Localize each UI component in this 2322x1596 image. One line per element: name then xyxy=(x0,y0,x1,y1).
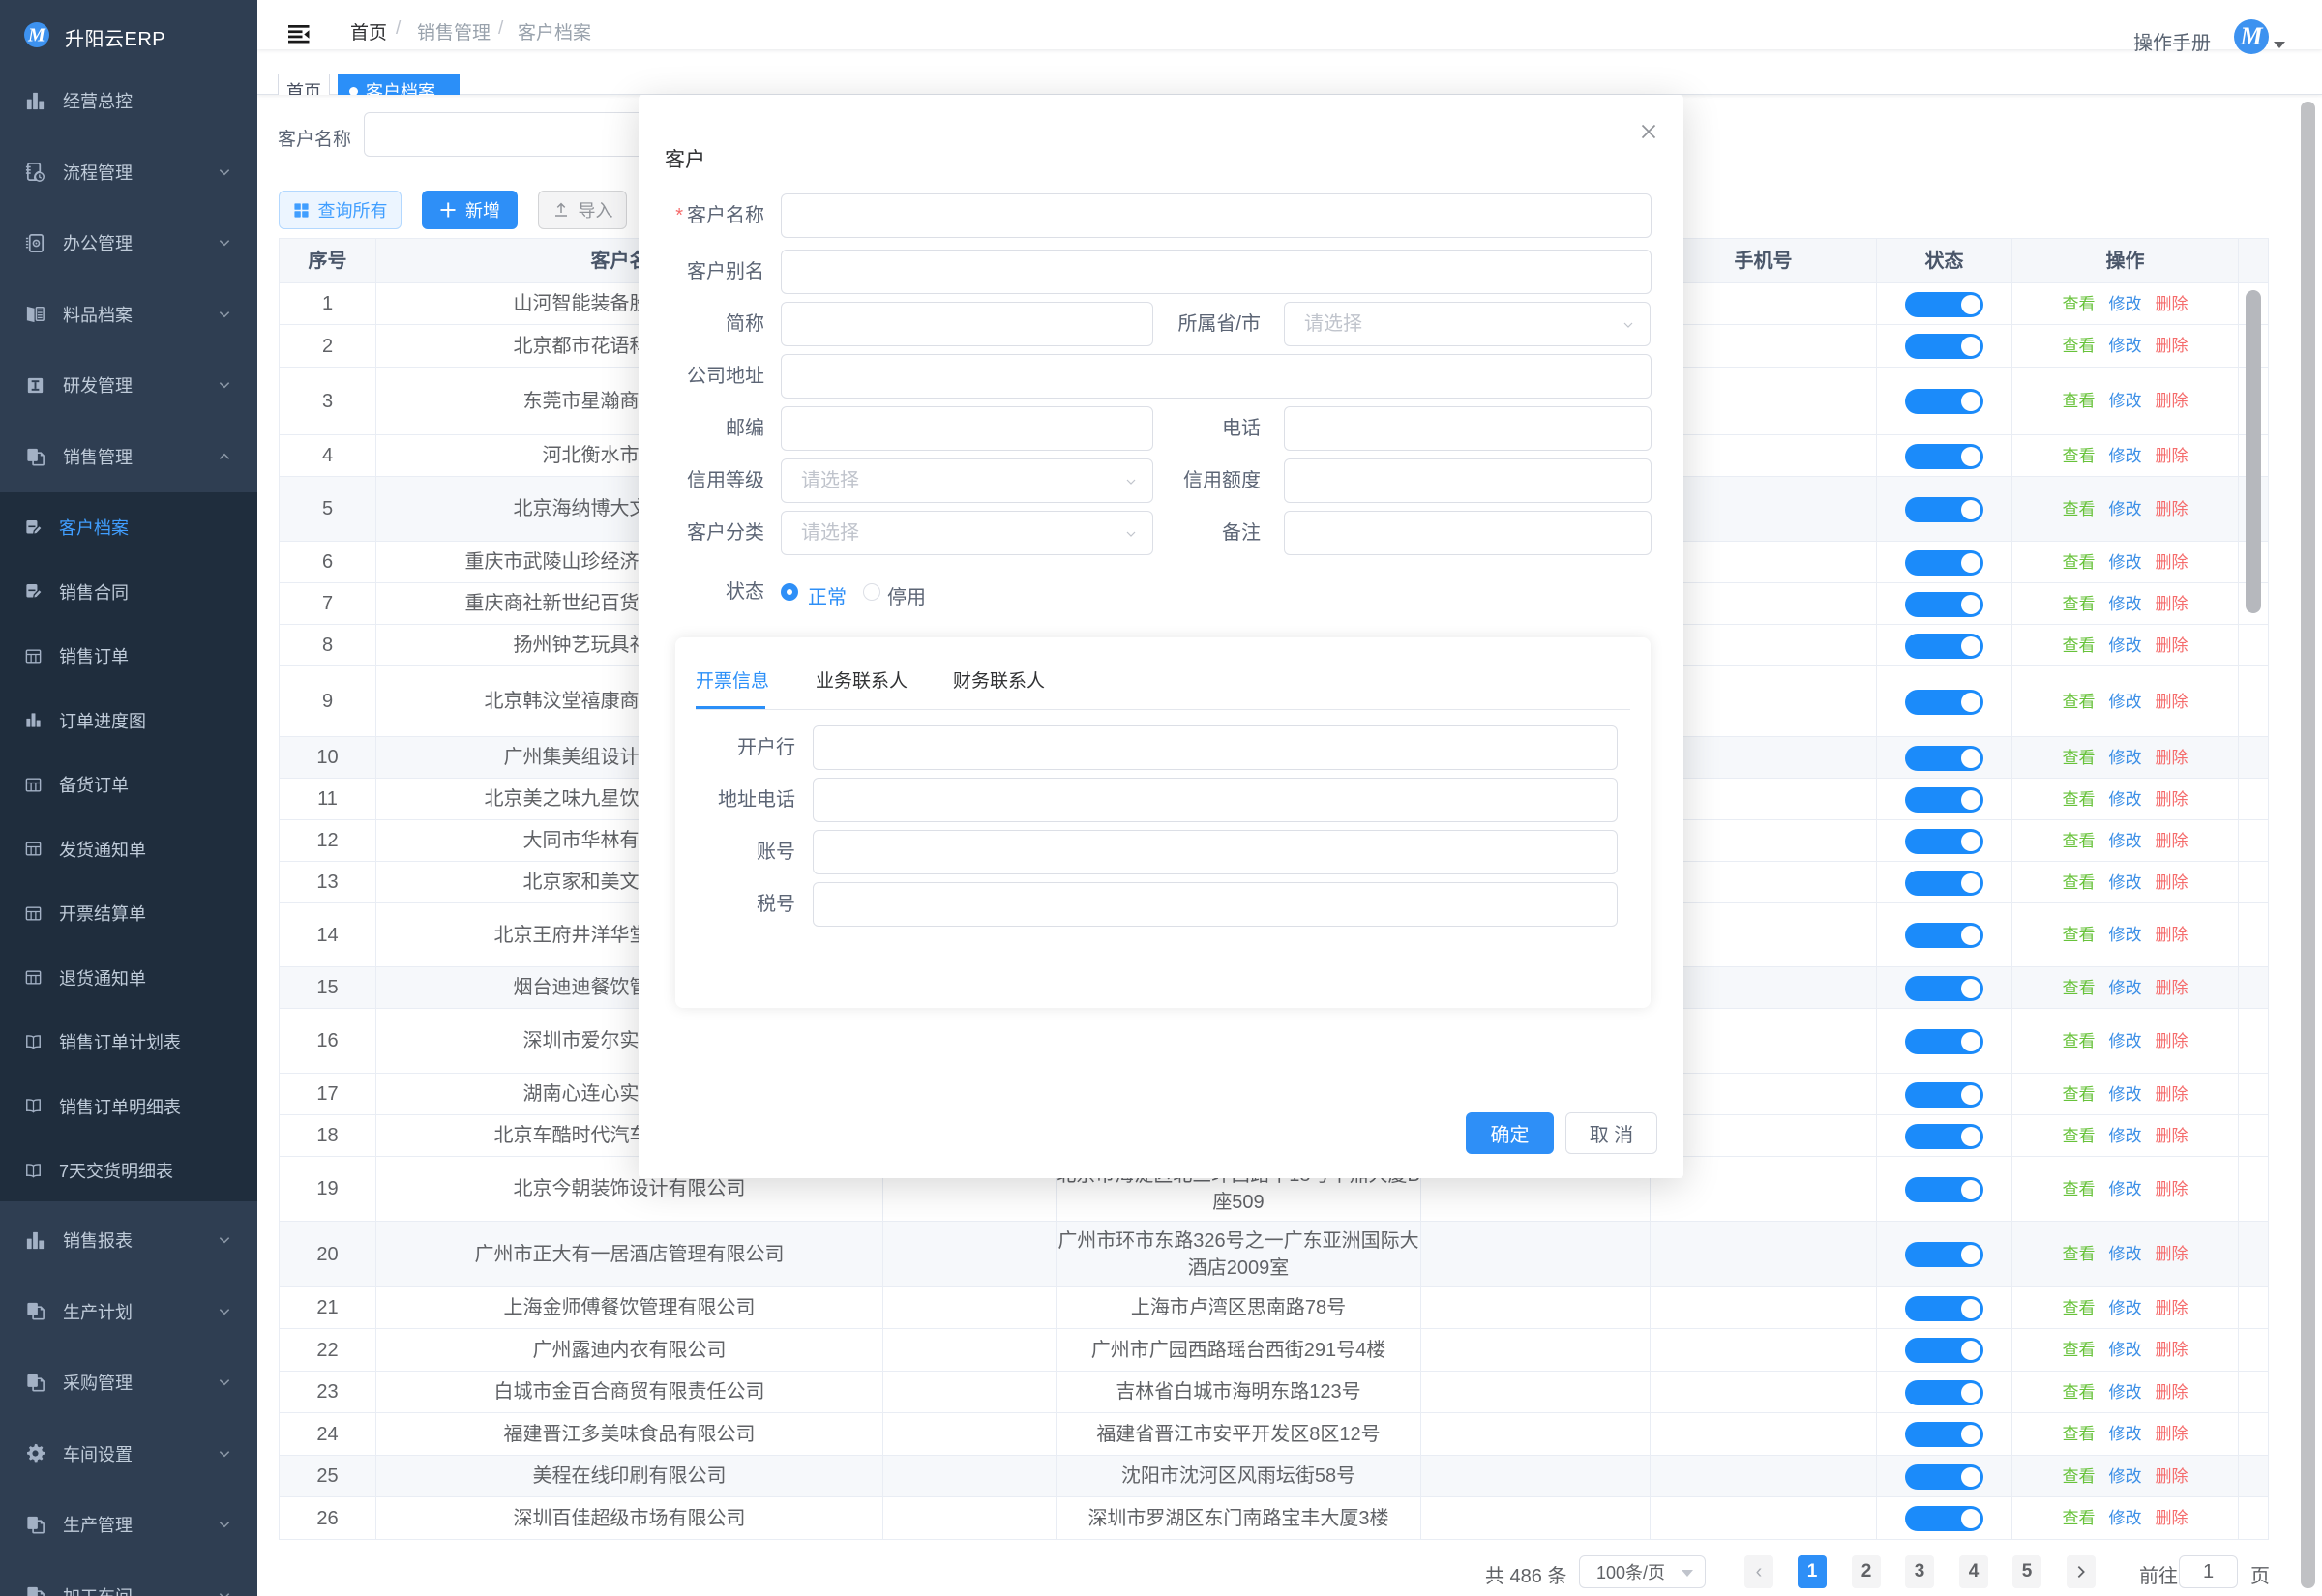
svg-text:M: M xyxy=(27,25,46,46)
svg-text:M: M xyxy=(2239,22,2263,50)
